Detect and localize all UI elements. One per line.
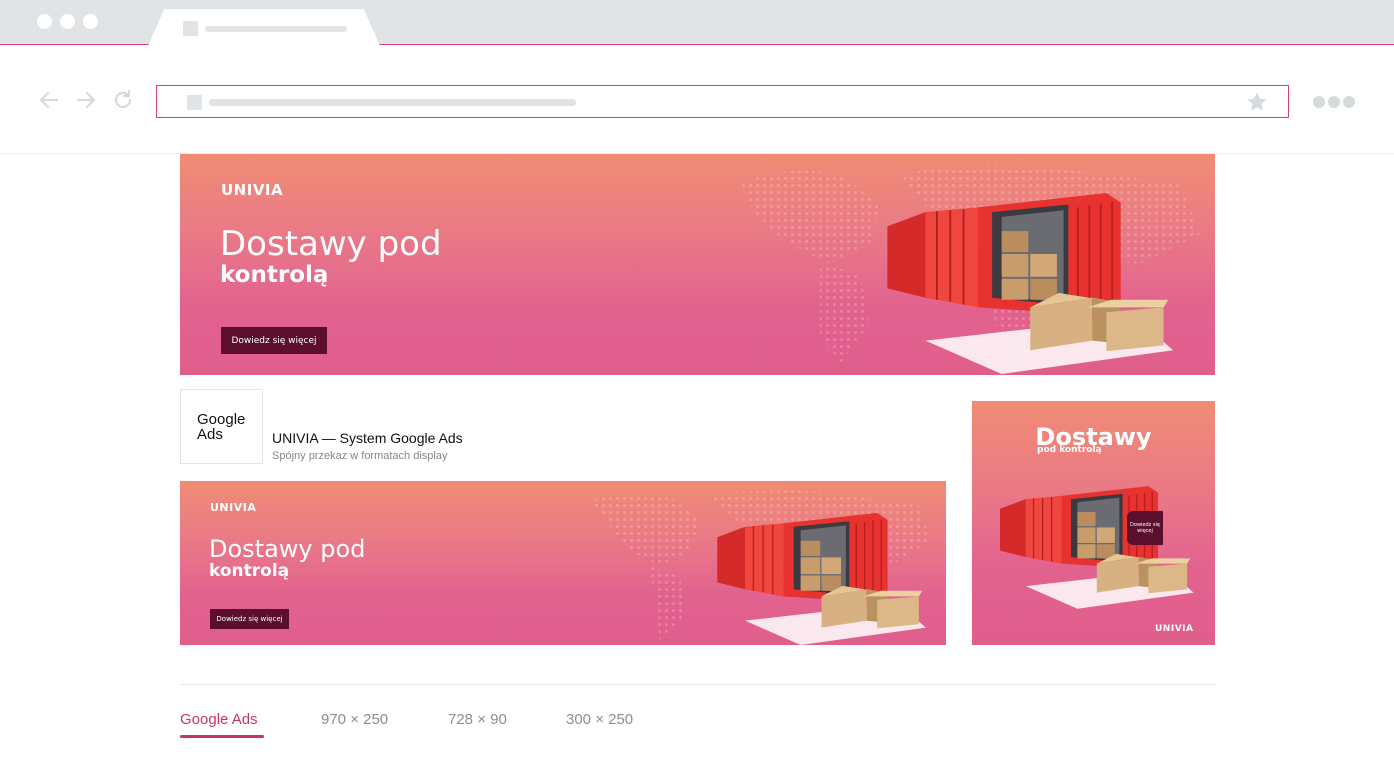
learn-more-button[interactable]: Dowiedz się więcej [210,609,289,629]
shipping-container-image [716,512,927,645]
active-tab-indicator [180,735,264,738]
star-icon[interactable] [1245,90,1269,114]
tab-728x90[interactable]: 728 × 90 [448,711,507,728]
url-text-placeholder [209,99,576,106]
url-favicon-placeholder [187,95,202,110]
banner-subheadline: pod kontrolą [1037,445,1102,455]
banner-headline: Dostawy pod kontrolą [220,224,442,289]
learn-more-button[interactable]: Dowiedz się więcej [1127,511,1163,545]
univia-logo: UNIVIA [221,181,284,199]
banner-970x250[interactable]: UNIVIA Dostawy pod kontrolą Dowiedz się … [180,154,1215,375]
ad-subtitle: Spójny przekaz w formatach display [272,450,448,462]
tab-970x250[interactable]: 970 × 250 [321,711,388,728]
google-ads-logo: Google Ads [180,389,263,464]
shipping-container-image [1000,485,1195,610]
window-close-dot[interactable] [37,14,52,29]
reload-icon[interactable] [111,88,135,112]
tab-title-placeholder [205,26,347,32]
banner-728x90[interactable]: UNIVIA Dostawy pod kontrolą Dowiedz się … [180,481,946,645]
window-minimize-dot[interactable] [60,14,75,29]
univia-logo: UNIVIA [210,501,257,514]
tab-google-ads[interactable]: Google Ads [180,711,258,728]
tab-favicon-placeholder [183,21,198,36]
shipping-container-image [886,192,1175,374]
tab-300x250[interactable]: 300 × 250 [566,711,633,728]
univia-logo: UNIVIA [1155,624,1194,634]
back-arrow-icon[interactable] [37,88,61,112]
ad-title: UNIVIA — System Google Ads [272,430,463,446]
forward-arrow-icon[interactable] [74,88,98,112]
browser-tab-bar [0,0,1394,46]
learn-more-button[interactable]: Dowiedz się więcej [221,327,327,354]
window-maximize-dot[interactable] [83,14,98,29]
tabs-divider [180,684,1215,685]
banner-300x250[interactable]: Dostawy pod kontrolą Dowiedz się więcej … [972,401,1215,645]
banner-headline: Dostawy pod kontrolą [209,535,366,582]
